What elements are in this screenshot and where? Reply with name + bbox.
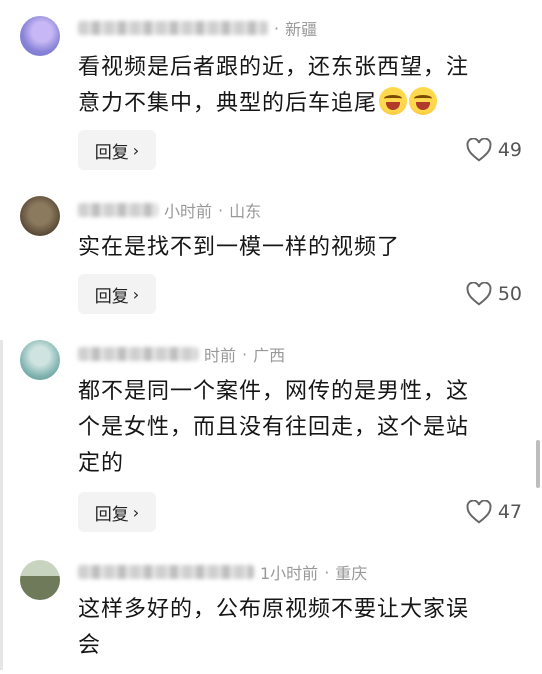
- comment-text: 都不是同一个案件，网传的是男性，这 个是女性，而且没有往回走，这个是站 定的: [78, 379, 470, 476]
- location-label: 新疆: [285, 20, 318, 39]
- comments-screen: { "comments": [ { "location": "新疆", "tim…: [0, 0, 542, 674]
- avatar[interactable]: [20, 196, 60, 236]
- heart-icon: [466, 138, 492, 162]
- comment-meta: 1小时前 · 重庆: [78, 560, 367, 584]
- comment-text: 看视频是后者跟的近，还东张西望，注 意力不集中，典型的后车追尾: [78, 55, 470, 116]
- like-button[interactable]: 50: [466, 274, 522, 314]
- comment-text: 实在是找不到一模一样的视频了: [78, 235, 401, 260]
- username-blurred[interactable]: [78, 21, 268, 35]
- heart-icon: [466, 500, 492, 524]
- like-button[interactable]: 47: [466, 492, 522, 532]
- location-label: 山东: [229, 202, 262, 221]
- comment-meta: · 新疆: [78, 16, 317, 40]
- username-blurred[interactable]: [78, 565, 254, 579]
- like-button[interactable]: 49: [466, 130, 522, 170]
- reply-button[interactable]: 回复 ›: [78, 492, 156, 532]
- username-blurred[interactable]: [78, 347, 198, 361]
- heart-icon: [466, 282, 492, 306]
- chevron-right-icon: ›: [132, 502, 140, 522]
- comment-meta: 时前 · 广西: [78, 342, 285, 366]
- comment-meta: 小时前 · 山东: [78, 198, 261, 222]
- time-label: 小时前: [164, 202, 213, 221]
- like-count: 47: [497, 501, 522, 523]
- avatar[interactable]: [20, 16, 60, 56]
- laughing-emoji-icon: [379, 87, 408, 115]
- reply-button[interactable]: 回复 ›: [78, 130, 156, 170]
- like-count: 50: [497, 283, 522, 305]
- chevron-right-icon: ›: [132, 140, 140, 160]
- reply-button[interactable]: 回复 ›: [78, 274, 156, 314]
- time-label: 时前: [204, 346, 237, 365]
- location-label: 重庆: [335, 564, 368, 583]
- username-blurred[interactable]: [78, 203, 158, 217]
- location-label: 广西: [253, 346, 286, 365]
- chevron-right-icon: ›: [132, 284, 140, 304]
- laughing-emoji-icon: [409, 87, 438, 115]
- scroll-track: [0, 340, 3, 670]
- scrollbar-thumb[interactable]: [536, 440, 540, 488]
- avatar[interactable]: [20, 560, 60, 600]
- comment-text: 这样多好的，公布原视频不要让大家误 会: [78, 597, 470, 658]
- avatar[interactable]: [20, 340, 60, 380]
- like-count: 49: [497, 139, 522, 161]
- time-label: 1小时前: [260, 564, 319, 583]
